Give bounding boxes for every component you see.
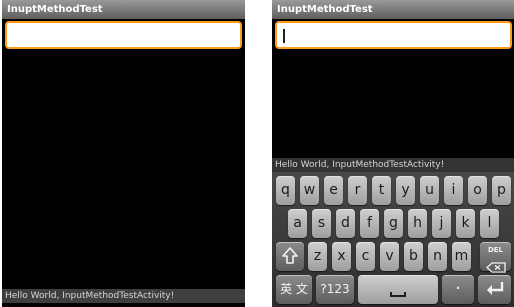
key-t[interactable]: t bbox=[372, 176, 391, 205]
symbols-key[interactable]: ?123 bbox=[316, 275, 354, 304]
text-input[interactable] bbox=[5, 21, 242, 49]
key-v[interactable]: v bbox=[380, 242, 399, 271]
app-title-bar: InuptMethodTest bbox=[2, 0, 245, 19]
hello-message: Hello World, InputMethodTestActivity! bbox=[2, 289, 245, 303]
soft-keyboard: q w e r t y u i o p a s d f g h j k l z … bbox=[272, 172, 514, 307]
key-w[interactable]: w bbox=[300, 176, 319, 205]
enter-key[interactable] bbox=[478, 275, 511, 304]
key-o[interactable]: o bbox=[468, 176, 487, 205]
screen-with-keyboard: InuptMethodTest Hello World, InputMethod… bbox=[272, 0, 514, 307]
key-b[interactable]: b bbox=[404, 242, 423, 271]
shift-arrow-icon bbox=[282, 247, 298, 264]
key-h[interactable]: h bbox=[408, 209, 427, 238]
key-z[interactable]: z bbox=[308, 242, 327, 271]
delete-label: DEL bbox=[487, 246, 504, 254]
key-l[interactable]: l bbox=[480, 209, 499, 238]
key-g[interactable]: g bbox=[384, 209, 403, 238]
hello-message: Hello World, InputMethodTestActivity! bbox=[272, 158, 514, 172]
app-title-bar: InuptMethodTest bbox=[272, 0, 514, 19]
text-input-focused[interactable] bbox=[275, 21, 512, 49]
key-a[interactable]: a bbox=[288, 209, 307, 238]
language-switch-key[interactable]: 英 文 bbox=[276, 275, 312, 304]
text-cursor bbox=[283, 29, 285, 43]
key-j[interactable]: j bbox=[432, 209, 451, 238]
key-s[interactable]: s bbox=[312, 209, 331, 238]
key-e[interactable]: e bbox=[324, 176, 343, 205]
key-y[interactable]: y bbox=[396, 176, 415, 205]
key-q[interactable]: q bbox=[276, 176, 295, 205]
backspace-icon bbox=[485, 262, 506, 273]
screen-without-keyboard: InuptMethodTest Hello World, InputMethod… bbox=[2, 0, 245, 307]
period-key[interactable]: · bbox=[442, 275, 474, 304]
key-f[interactable]: f bbox=[360, 209, 379, 238]
key-k[interactable]: k bbox=[456, 209, 475, 238]
key-p[interactable]: p bbox=[492, 176, 511, 205]
key-u[interactable]: u bbox=[420, 176, 439, 205]
key-m[interactable]: m bbox=[452, 242, 471, 271]
key-n[interactable]: n bbox=[428, 242, 447, 271]
space-bar-icon bbox=[390, 292, 406, 297]
key-r[interactable]: r bbox=[348, 176, 367, 205]
enter-arrow-icon bbox=[486, 282, 503, 295]
space-key[interactable] bbox=[358, 275, 438, 304]
key-i[interactable]: i bbox=[444, 176, 463, 205]
key-x[interactable]: x bbox=[332, 242, 351, 271]
shift-key[interactable] bbox=[276, 242, 304, 271]
key-c[interactable]: c bbox=[356, 242, 375, 271]
key-d[interactable]: d bbox=[336, 209, 355, 238]
delete-key[interactable]: DEL bbox=[480, 242, 511, 273]
